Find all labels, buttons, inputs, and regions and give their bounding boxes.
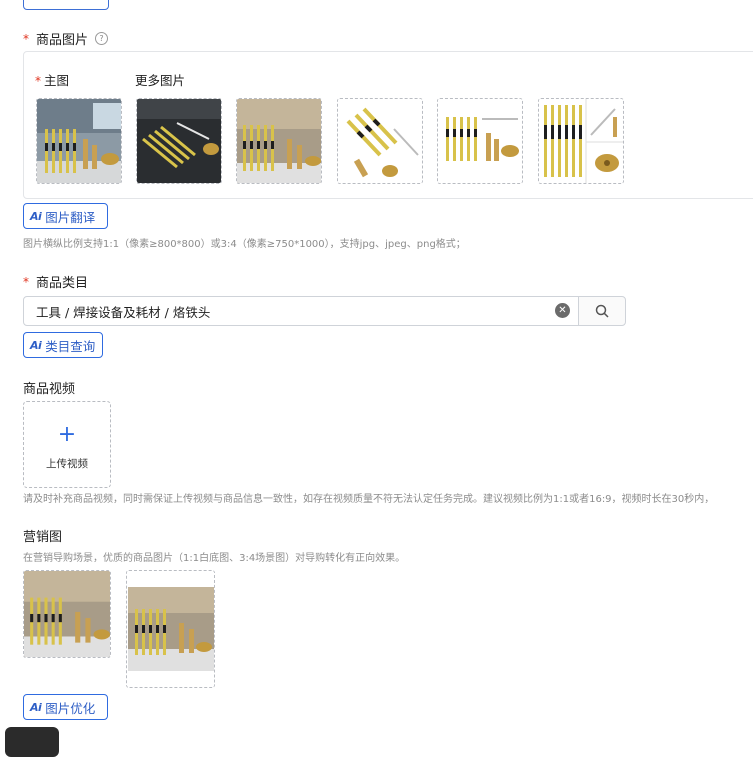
more-image-5-thumb[interactable] xyxy=(538,98,624,184)
category-input[interactable]: 工具 / 焊接设备及耗材 / 烙铁头 xyxy=(23,296,579,326)
search-icon xyxy=(595,304,609,318)
plus-icon: + xyxy=(57,422,77,447)
category-query-button[interactable]: Ai 类目查询 xyxy=(23,332,103,358)
more-image-4-thumb[interactable] xyxy=(437,98,523,184)
image-optimize-button[interactable]: Ai 图片优化 xyxy=(23,694,108,720)
marketing-square-image[interactable] xyxy=(23,570,111,658)
more-image-3-thumb[interactable] xyxy=(337,98,423,184)
more-image-1-thumb[interactable] xyxy=(136,98,222,184)
more-image-2-thumb[interactable] xyxy=(236,98,322,184)
clear-icon[interactable]: ✕ xyxy=(555,303,570,318)
required-asterisk: * xyxy=(23,31,29,46)
product-images-label: * 商品图片 ? xyxy=(23,29,109,48)
ai-icon: Ai xyxy=(30,700,42,714)
main-image-thumb[interactable] xyxy=(36,98,122,184)
help-icon[interactable]: ? xyxy=(95,32,109,45)
required-asterisk: * xyxy=(35,74,41,88)
clipped-top-button[interactable] xyxy=(23,0,109,10)
marketing-label: 营销图 xyxy=(23,530,63,545)
video-hint: 请及时补充商品视频，同时需保证上传视频与商品信息一致性，如存在视频质量不符无法认… xyxy=(23,494,715,505)
image-ratio-hint: 图片横纵比例支持1:1（像素≥800*800）或3:4（像素≥750*1000）… xyxy=(23,239,466,250)
video-upload-box[interactable]: + 上传视频 xyxy=(23,401,111,488)
more-images-label: 更多图片 xyxy=(135,73,186,88)
category-label: * 商品类目 xyxy=(23,274,89,292)
image-translate-button[interactable]: Ai 图片翻译 xyxy=(23,203,108,229)
video-label: 商品视频 xyxy=(23,382,76,397)
marketing-hint: 在营销导购场景，优质的商品图片（1:1白底图、3:4场景图）对导购转化有正向效果… xyxy=(23,553,406,564)
floating-dark-button[interactable] xyxy=(5,727,59,757)
ai-icon: Ai xyxy=(30,209,42,223)
ai-icon: Ai xyxy=(30,338,42,352)
required-asterisk: * xyxy=(23,274,29,289)
marketing-portrait-image[interactable] xyxy=(126,570,215,688)
main-image-label: * 主图 xyxy=(35,73,70,88)
category-search-button[interactable] xyxy=(578,296,626,326)
